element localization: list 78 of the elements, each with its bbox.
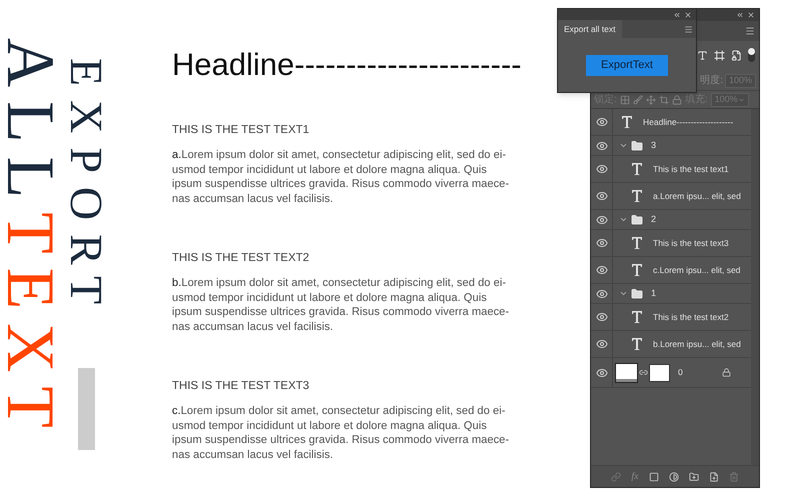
layer-name: c.Lorem ipsu... elit, sed bbox=[653, 264, 740, 276]
menu-icon[interactable] bbox=[745, 26, 755, 36]
layer-group-row[interactable]: 1 bbox=[591, 284, 751, 304]
chevron-down-icon[interactable] bbox=[619, 141, 628, 150]
smart-object-filter-icon[interactable] bbox=[731, 50, 742, 60]
mask-thumbnail bbox=[649, 364, 670, 382]
eye-icon[interactable] bbox=[596, 288, 608, 300]
section-title: THIS IS THE TEST TEXT2 bbox=[172, 251, 310, 266]
text-layer-icon bbox=[631, 263, 643, 277]
link-icon bbox=[639, 368, 648, 377]
eye-icon[interactable] bbox=[596, 214, 608, 226]
lock-icon[interactable] bbox=[672, 94, 682, 104]
layer-name: This is the test text1 bbox=[653, 162, 729, 176]
close-icon[interactable] bbox=[684, 10, 692, 18]
eye-icon[interactable] bbox=[596, 163, 608, 175]
text-layer-row[interactable]: This is the test text3 bbox=[591, 230, 751, 257]
export-button[interactable]: ExportText bbox=[586, 54, 668, 76]
section-title: THIS IS THE TEST TEXT1 bbox=[172, 123, 310, 138]
layer-name: a.Lorem ipsu... elit, sed bbox=[653, 190, 741, 202]
text-layer-row[interactable]: Headline-------------------- bbox=[591, 109, 751, 136]
brush-icon[interactable] bbox=[632, 94, 643, 104]
mask-icon[interactable] bbox=[648, 472, 659, 482]
eye-icon[interactable] bbox=[596, 190, 608, 202]
layer-name: 2 bbox=[651, 212, 656, 226]
layer-name: 3 bbox=[651, 138, 656, 152]
layer-name: 1 bbox=[651, 286, 656, 300]
text-layer-icon bbox=[621, 115, 633, 129]
collapse-icon[interactable] bbox=[673, 10, 681, 18]
eye-icon[interactable] bbox=[596, 366, 608, 378]
paragraph: c.Lorem ipsum dolor sit amet, consectetur adipiscing elit, sed do ei- usmod tempor incididunt ut labore et dolore magna aliqua. Quis ipsum suspendisse ultrices gravida. Risus commodo viverra maece- nas accumsan lacus vel facilisis. bbox=[172, 404, 510, 462]
new-layer-icon[interactable] bbox=[708, 472, 719, 482]
layer-name: Headline-------------------- bbox=[643, 116, 734, 128]
new-group-icon[interactable] bbox=[688, 472, 699, 482]
chevron-down-icon[interactable] bbox=[619, 215, 628, 224]
text-layer-row[interactable]: c.Lorem ipsu... elit, sed bbox=[591, 257, 751, 284]
vertical-title: ALLTEXT bbox=[0, 38, 62, 442]
eye-icon[interactable] bbox=[596, 237, 608, 249]
layer-thumbnail bbox=[615, 362, 638, 382]
text-layer-icon bbox=[631, 310, 643, 324]
layer-name: This is the test text2 bbox=[653, 310, 729, 324]
text-filter-icon[interactable] bbox=[697, 50, 708, 60]
vertical-title: EXPORT bbox=[66, 58, 106, 318]
eye-icon[interactable] bbox=[596, 116, 608, 128]
layer-group-row[interactable]: 2 bbox=[591, 210, 751, 230]
text-layer-row[interactable]: This is the test text1 bbox=[591, 156, 751, 183]
paragraph: a.Lorem ipsum dolor sit amet, consectetur adipiscing elit, sed do ei- usmod tempor incididunt ut labore et dolore magna aliqua. Quis ipsum suspendisse ultrices gravida. Risus commodo viverra maece- nas accumsan lacus vel facilisis. bbox=[172, 148, 510, 206]
filter-toggle[interactable] bbox=[748, 48, 755, 62]
lock-pixels-icon[interactable] bbox=[620, 94, 630, 104]
headline: Headline---------------------- bbox=[172, 46, 522, 84]
close-icon[interactable] bbox=[747, 11, 755, 19]
text-layer-row[interactable]: This is the test text2 bbox=[591, 304, 751, 331]
paragraph: b.Lorem ipsum dolor sit amet, consectetur adipiscing elit, sed do ei- usmod tempor incididunt ut labore et dolore magna aliqua. Quis ipsum suspendisse ultrices gravida. Risus commodo viverra maece- nas accumsan lacus vel facilisis. bbox=[172, 276, 510, 334]
layer-name: 0 bbox=[678, 366, 683, 379]
eye-icon[interactable] bbox=[596, 140, 608, 152]
scrollbar[interactable] bbox=[751, 109, 759, 465]
text-layer-row[interactable]: b.Lorem ipsu... elit, sed bbox=[591, 331, 751, 358]
shape-filter-icon[interactable] bbox=[714, 50, 725, 60]
folder-icon bbox=[631, 140, 643, 152]
text-layer-icon bbox=[631, 162, 643, 176]
folder-icon bbox=[631, 214, 643, 226]
adjustment-icon[interactable] bbox=[668, 472, 679, 482]
text-layer-icon bbox=[631, 236, 643, 250]
layer-name: This is the test text3 bbox=[653, 236, 729, 250]
layer-group-row[interactable]: 3 bbox=[591, 136, 751, 156]
eye-icon[interactable] bbox=[596, 264, 608, 276]
folder-icon bbox=[631, 288, 643, 300]
menu-icon[interactable] bbox=[684, 24, 693, 34]
text-layer-row[interactable]: a.Lorem ipsu... elit, sed bbox=[591, 183, 751, 210]
eye-icon[interactable] bbox=[596, 338, 608, 350]
layer-name: b.Lorem ipsu... elit, sed bbox=[653, 338, 741, 350]
text-layer-icon bbox=[631, 189, 643, 203]
chevron-down-icon[interactable] bbox=[619, 289, 628, 298]
image-layer-row[interactable]: 0 bbox=[591, 358, 751, 388]
panel-tab[interactable]: Export all text bbox=[558, 20, 622, 38]
section-title: THIS IS THE TEST TEXT3 bbox=[172, 379, 310, 394]
eye-icon[interactable] bbox=[596, 311, 608, 323]
text-layer-icon bbox=[631, 337, 643, 351]
collapse-icon[interactable] bbox=[736, 11, 744, 19]
